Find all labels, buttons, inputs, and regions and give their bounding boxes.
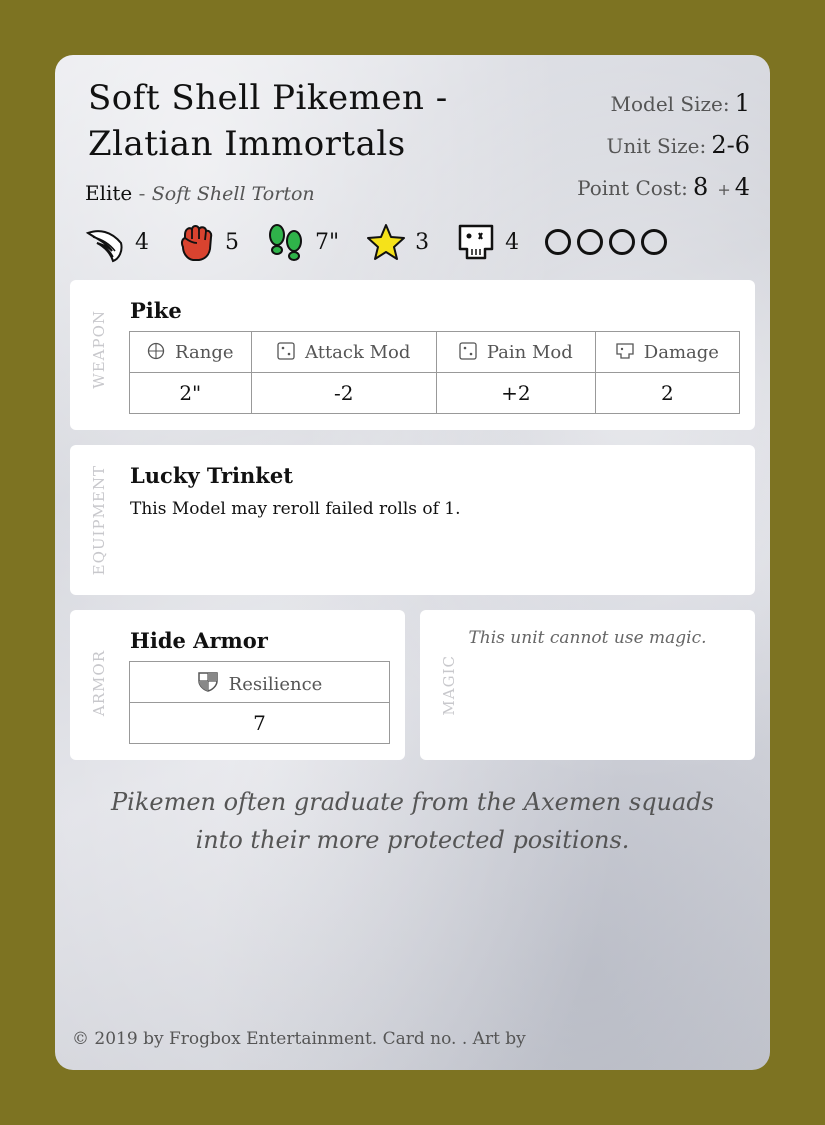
weapon-side-label: WEAPON bbox=[90, 310, 108, 389]
rank-label: Elite bbox=[85, 181, 133, 205]
attribute-bar: 4 5 7" 3 4 bbox=[85, 221, 673, 263]
wound-circle[interactable] bbox=[609, 229, 636, 255]
star-icon bbox=[367, 224, 406, 260]
unit-size-label: Unit Size: bbox=[606, 134, 707, 158]
point-cost-label: Point Cost: bbox=[577, 176, 688, 200]
attack-mod-value: -2 bbox=[250, 372, 437, 414]
attribute-agility: 4 bbox=[85, 221, 149, 263]
shield-icon bbox=[197, 671, 218, 692]
flavor-text: Pikemen often graduate from the Axemen s… bbox=[111, 788, 714, 854]
weapon-name: Pike bbox=[130, 298, 182, 323]
weapon-stats-header: Range Attack Mod Pain Mod Damage bbox=[129, 331, 741, 373]
armor-panel: ARMOR Hide Armor Resilience 7 bbox=[70, 610, 405, 760]
rank-line: Elite - Soft Shell Torton bbox=[85, 181, 315, 205]
attack-mod-label: Attack Mod bbox=[305, 341, 411, 363]
equipment-text: This Model may reroll failed rolls of 1. bbox=[130, 499, 461, 519]
resilience-value: 7 bbox=[129, 702, 390, 744]
point-cost-row: Point Cost: 8 +4 bbox=[577, 169, 750, 211]
model-size-label: Model Size: bbox=[610, 92, 730, 116]
magic-side-label: MAGIC bbox=[440, 655, 458, 716]
attribute-toughness-value: 4 bbox=[505, 229, 520, 255]
damage-label: Damage bbox=[643, 341, 719, 363]
pain-mod-value: +2 bbox=[435, 372, 596, 414]
equipment-panel: EQUIPMENT Lucky Trinket This Model may r… bbox=[70, 445, 755, 595]
damage-header: Damage bbox=[594, 331, 741, 373]
point-cost-extra: 4 bbox=[734, 173, 750, 201]
armor-stats-table: Resilience 7 bbox=[129, 661, 390, 744]
die-icon bbox=[459, 341, 477, 360]
attribute-morale-value: 3 bbox=[415, 229, 430, 255]
point-cost-value: 8 bbox=[692, 173, 709, 201]
attack-mod-header: Attack Mod bbox=[250, 331, 437, 373]
damage-value: 2 bbox=[594, 372, 741, 414]
wound-circle[interactable] bbox=[577, 229, 604, 255]
footprints-icon bbox=[269, 224, 302, 261]
equipment-name: Lucky Trinket bbox=[130, 463, 293, 488]
attribute-morale: 3 bbox=[365, 221, 429, 263]
magic-note: This unit cannot use magic. bbox=[468, 628, 707, 648]
pain-mod-label: Pain Mod bbox=[486, 341, 573, 363]
attribute-toughness: 4 bbox=[455, 221, 519, 263]
resilience-header: Resilience bbox=[129, 661, 390, 703]
armor-side-label: ARMOR bbox=[90, 650, 108, 717]
range-header: Range bbox=[129, 331, 252, 373]
armor-stats-values: 7 bbox=[129, 702, 390, 744]
attribute-movement-value: 7" bbox=[315, 229, 340, 255]
range-value: 2" bbox=[129, 372, 252, 414]
rank-dash: - bbox=[138, 181, 146, 205]
attribute-strength-value: 5 bbox=[225, 229, 239, 255]
weapon-stats-table: Range Attack Mod Pain Mod Damage 2" -2 +… bbox=[129, 331, 741, 414]
point-cost-plus: + bbox=[717, 180, 731, 199]
wound-circle[interactable] bbox=[545, 229, 572, 255]
card-title: Soft Shell Pikemen - Zlatian Immortals bbox=[88, 78, 448, 164]
fist-icon bbox=[180, 225, 213, 261]
copyright-footer: © 2019 by Frogbox Entertainment. Card no… bbox=[72, 1029, 526, 1049]
armor-stats-header: Resilience bbox=[129, 661, 390, 703]
magic-panel: MAGIC This unit cannot use magic. bbox=[420, 610, 755, 760]
pain-mod-header: Pain Mod bbox=[435, 331, 596, 373]
unit-stats: Model Size: 1 Unit Size: 2-6 Point Cost:… bbox=[577, 85, 750, 211]
attribute-movement: 7" bbox=[265, 221, 339, 263]
model-size-row: Model Size: 1 bbox=[577, 85, 751, 127]
die-icon bbox=[277, 341, 295, 360]
unit-size-value: 2-6 bbox=[711, 131, 750, 159]
wound-tracker bbox=[545, 229, 673, 255]
armor-name: Hide Armor bbox=[130, 628, 268, 653]
range-label: Range bbox=[175, 341, 234, 363]
attribute-agility-value: 4 bbox=[135, 229, 149, 255]
race-label: Soft Shell Torton bbox=[151, 183, 315, 205]
skull-icon bbox=[616, 342, 634, 359]
wing-icon bbox=[85, 230, 123, 263]
resilience-label: Resilience bbox=[228, 673, 323, 695]
attribute-strength: 5 bbox=[175, 221, 239, 263]
unit-card: Soft Shell Pikemen - Zlatian Immortals M… bbox=[55, 55, 770, 1070]
wound-circle[interactable] bbox=[641, 229, 668, 255]
weapon-panel: WEAPON Pike Range Attack Mod Pain Mod Da… bbox=[70, 280, 755, 430]
equipment-side-label: EQUIPMENT bbox=[90, 465, 108, 576]
unit-size-row: Unit Size: 2-6 bbox=[577, 127, 751, 169]
weapon-stats-values: 2" -2 +2 2 bbox=[129, 372, 741, 414]
crosshair-icon bbox=[147, 342, 165, 359]
skull-icon bbox=[458, 224, 494, 260]
model-size-value: 1 bbox=[734, 89, 750, 117]
